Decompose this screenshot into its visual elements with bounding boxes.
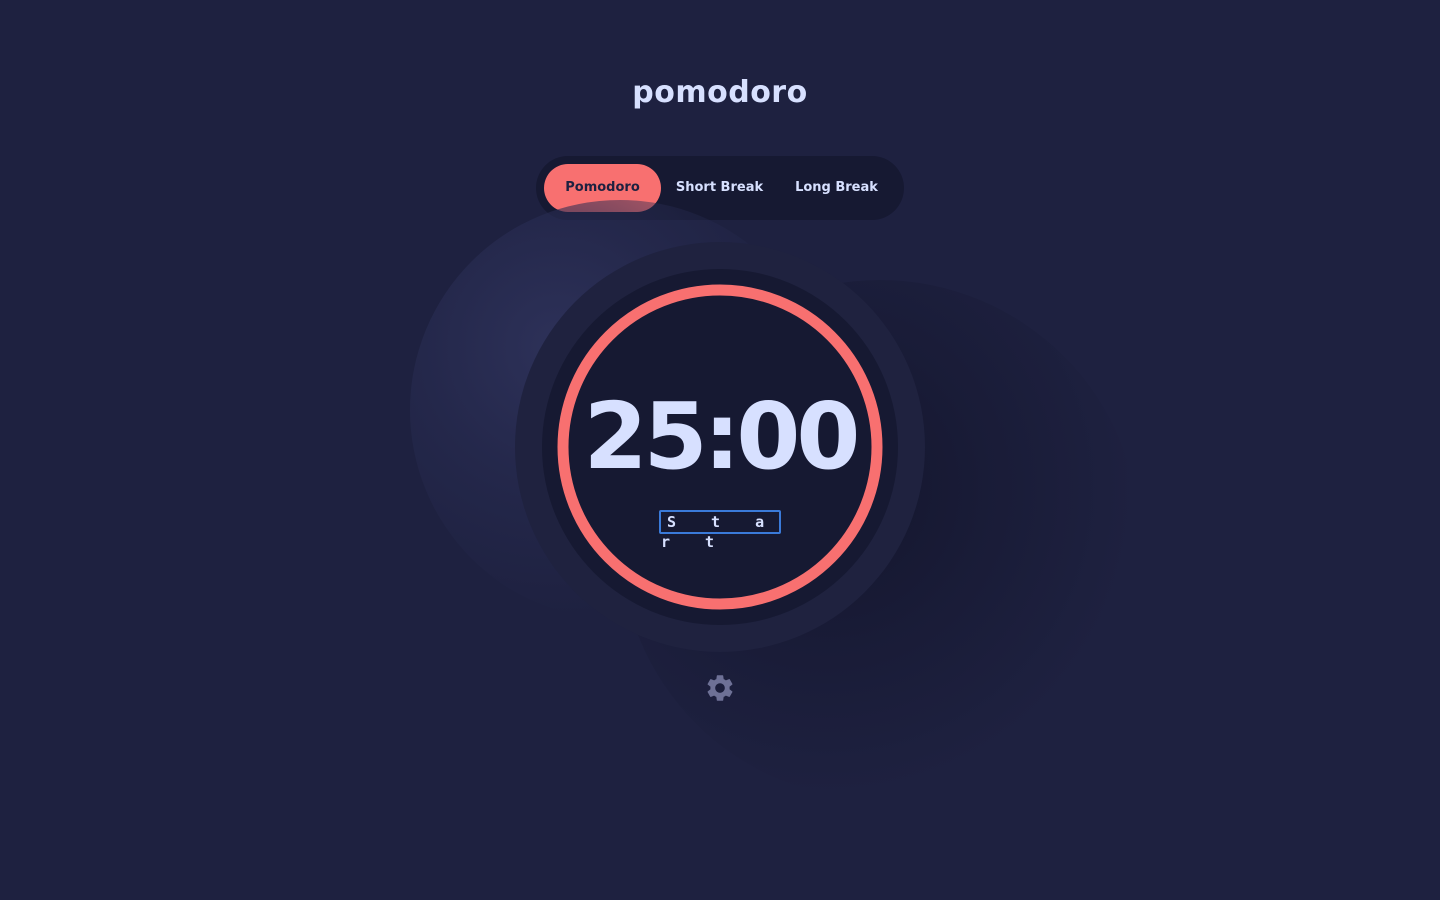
pomodoro-app: pomodoro Pomodoro Short Break Long Break… — [0, 0, 1440, 900]
app-title: pomodoro — [632, 75, 808, 110]
timer-display: 25:00 — [583, 383, 861, 490]
start-button[interactable]: S t a r t — [659, 510, 781, 551]
gear-icon[interactable] — [704, 672, 736, 704]
tab-short-break[interactable]: Short Break — [661, 164, 778, 212]
tab-long-break[interactable]: Long Break — [778, 164, 895, 212]
